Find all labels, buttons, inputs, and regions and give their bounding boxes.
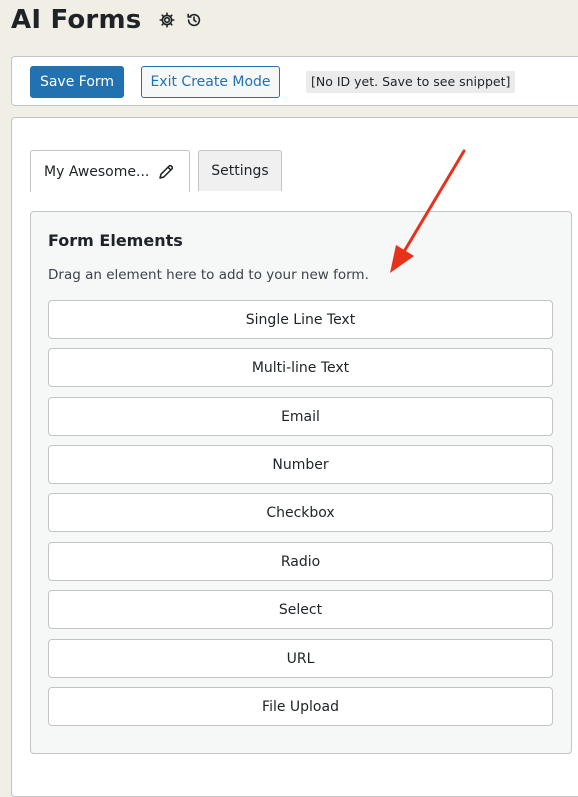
- element-checkbox[interactable]: Checkbox: [48, 493, 553, 532]
- form-elements-heading: Form Elements: [48, 231, 183, 250]
- element-file-upload[interactable]: File Upload: [48, 687, 553, 726]
- tab-form-name[interactable]: My Awesome...: [30, 150, 190, 192]
- element-number[interactable]: Number: [48, 445, 553, 484]
- exit-create-mode-button[interactable]: Exit Create Mode: [141, 66, 280, 98]
- shortcode-snippet-note: [No ID yet. Save to see snippet]: [306, 71, 516, 93]
- element-radio[interactable]: Radio: [48, 542, 553, 581]
- element-multi-line-text[interactable]: Multi-line Text: [48, 348, 553, 387]
- element-single-line-text[interactable]: Single Line Text: [48, 300, 553, 339]
- tab-settings-label: Settings: [211, 163, 269, 179]
- page-header: AI Forms: [11, 3, 203, 37]
- element-select[interactable]: Select: [48, 590, 553, 629]
- form-elements-help-text: Drag an element here to add to your new …: [48, 267, 369, 283]
- pencil-icon[interactable]: [157, 163, 175, 181]
- element-url[interactable]: URL: [48, 639, 553, 678]
- tab-settings[interactable]: Settings: [198, 150, 282, 191]
- tab-form-name-label: My Awesome...: [44, 163, 150, 180]
- form-elements-panel: Form Elements Drag an element here to ad…: [30, 211, 572, 754]
- gear-icon[interactable]: [158, 11, 176, 29]
- history-icon[interactable]: [185, 11, 203, 29]
- form-toolbar: Save Form Exit Create Mode [No ID yet. S…: [11, 56, 578, 106]
- page-title: AI Forms: [11, 5, 142, 35]
- save-form-button[interactable]: Save Form: [30, 66, 124, 98]
- element-email[interactable]: Email: [48, 397, 553, 436]
